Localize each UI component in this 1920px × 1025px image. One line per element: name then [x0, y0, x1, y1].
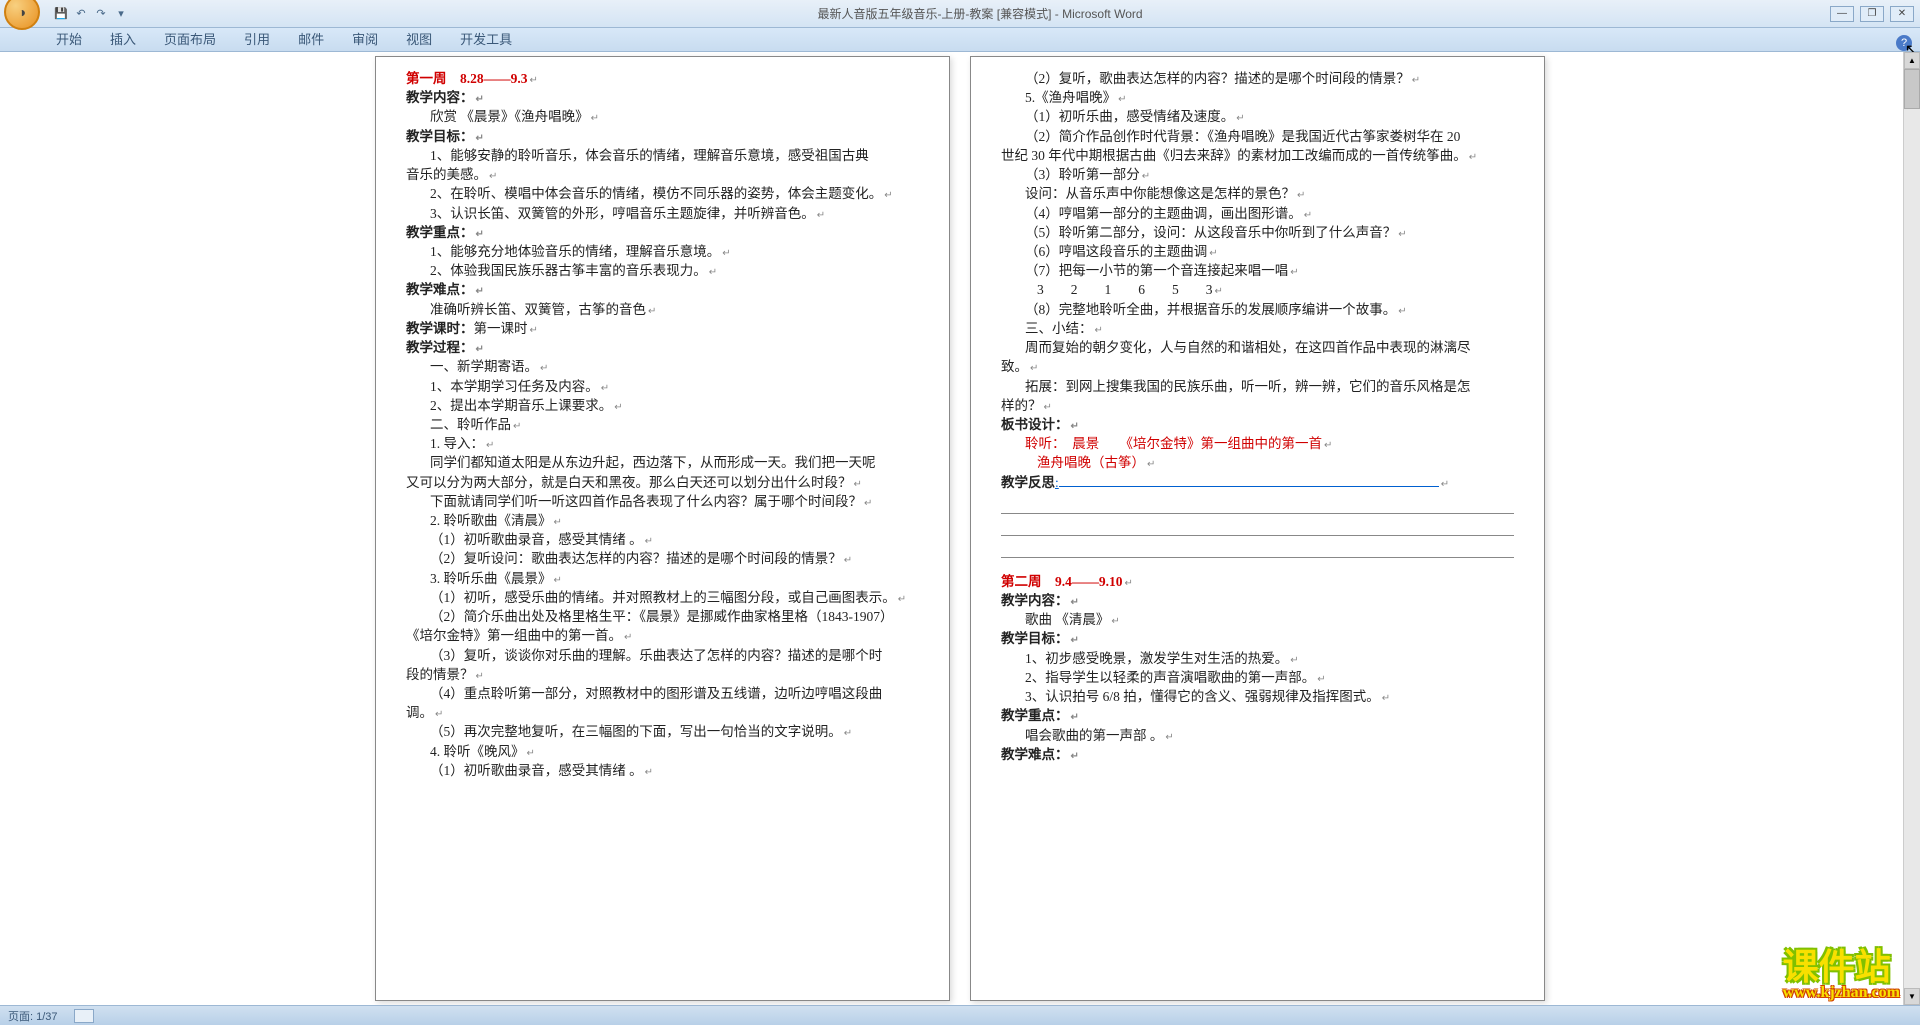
content-heading: 教学内容：↵: [406, 89, 919, 107]
blank-line: [1001, 498, 1514, 514]
tab-insert[interactable]: 插入: [98, 26, 148, 51]
blank-line: [1001, 542, 1514, 558]
vertical-scrollbar[interactable]: ▲ ▼: [1903, 52, 1920, 1005]
page-2: （2）复听，歌曲表达怎样的内容？描述的是哪个时间段的情景？↵ 5.《渔舟唱晚》↵…: [970, 56, 1545, 1001]
tab-home[interactable]: 开始: [44, 26, 94, 51]
scroll-down-button[interactable]: ▼: [1904, 988, 1920, 1005]
page-1: 第一周 8.28——9.3↵ 教学内容：↵ 欣赏 《晨景》《渔舟唱晚》↵ 教学目…: [375, 56, 950, 1001]
tab-developer[interactable]: 开发工具: [448, 26, 524, 51]
tab-review[interactable]: 审阅: [340, 26, 390, 51]
document-workspace: 第一周 8.28——9.3↵ 教学内容：↵ 欣赏 《晨景》《渔舟唱晚》↵ 教学目…: [0, 52, 1920, 1005]
tab-mailings[interactable]: 邮件: [286, 26, 336, 51]
watermark: 课件站 www.kjzhan.com: [1783, 949, 1900, 1001]
minimize-button[interactable]: —: [1830, 6, 1854, 22]
page-indicator[interactable]: 页面: 1/37: [8, 1008, 58, 1024]
tab-references[interactable]: 引用: [232, 26, 282, 51]
tab-view[interactable]: 视图: [394, 26, 444, 51]
scroll-thumb[interactable]: [1904, 69, 1920, 109]
undo-icon[interactable]: ↶: [72, 5, 90, 23]
view-print-layout-button[interactable]: [74, 1009, 94, 1023]
save-icon[interactable]: 💾: [52, 5, 70, 23]
week1-title: 第一周 8.28——9.3: [406, 71, 528, 86]
restore-button[interactable]: ❐: [1860, 6, 1884, 22]
week2-title: 第二周 9.4——9.10: [1001, 574, 1123, 589]
qat-dropdown-icon[interactable]: ▾: [112, 5, 130, 23]
tab-layout[interactable]: 页面布局: [152, 26, 228, 51]
blank-line: [1001, 520, 1514, 536]
close-button[interactable]: ✕: [1890, 6, 1914, 22]
scroll-up-button[interactable]: ▲: [1904, 52, 1920, 69]
redo-icon[interactable]: ↷: [92, 5, 110, 23]
office-button[interactable]: ◑: [4, 0, 40, 30]
window-title: 最新人音版五年级音乐-上册-教案 [兼容模式] - Microsoft Word: [130, 5, 1830, 22]
